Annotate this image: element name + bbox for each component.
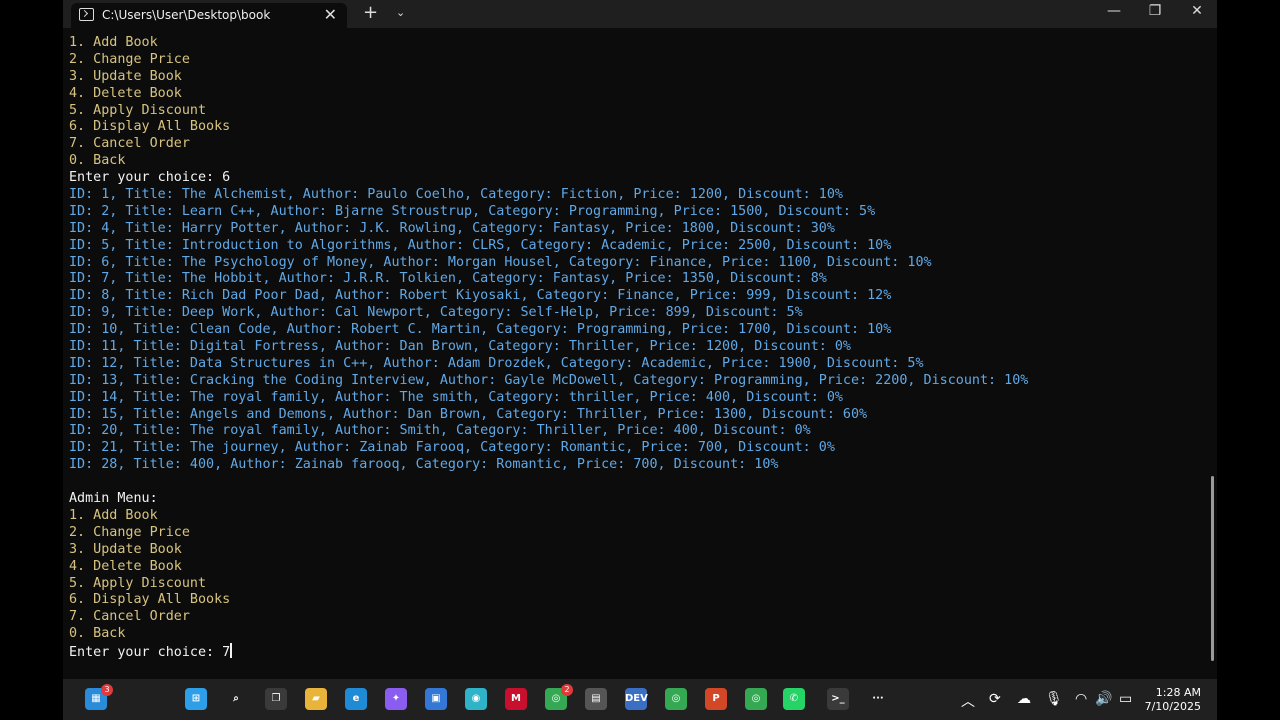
- clock[interactable]: 1:28 AM 7/10/2025: [1145, 686, 1201, 714]
- wifi-icon[interactable]: ◠: [1075, 691, 1087, 707]
- terminal-line: ID: 10, Title: Clean Code, Author: Rober…: [69, 322, 892, 338]
- terminal-line: 1. Add Book: [69, 35, 158, 50]
- devcpp-icon[interactable]: DEV: [625, 688, 648, 710]
- clock-time: 1:28 AM: [1155, 686, 1201, 699]
- terminal-line: ID: 13, Title: Cracking the Coding Inter…: [69, 372, 1029, 388]
- search-icon[interactable]: ⌕: [225, 688, 247, 710]
- app-icon[interactable]: ◉: [465, 688, 487, 710]
- terminal-line: 5. Apply Discount: [69, 102, 207, 118]
- terminal-line: ID: 9, Title: Deep Work, Author: Cal New…: [69, 305, 803, 321]
- terminal-line: ID: 14, Title: The royal family, Author:…: [69, 389, 843, 405]
- title-bar: C:\Users\User\Desktop\book ✕ + ⌄ — ❐ ✕: [63, 0, 1217, 28]
- terminal-line: ID: 4, Title: Harry Potter, Author: J.K.…: [69, 220, 835, 236]
- clock-date: 7/10/2025: [1144, 700, 1201, 713]
- file-explorer-icon[interactable]: ▰: [305, 688, 327, 710]
- terminal-tab-icon: [79, 8, 94, 21]
- terminal-line: ID: 2, Title: Learn C++, Author: Bjarne …: [69, 203, 876, 219]
- taskbar: ▦ 3 ⊞ ⌕ ❐ ▰ e ✦ ▣ ◉ M ◎ 2 ▤ DEV ◎ P ◎ ✆ >_ ··· ︿ ⟳ ☁ 🎙 ◠ 🔊 ▭ 1:28 …: [63, 679, 1217, 720]
- copilot-icon[interactable]: ✦: [385, 688, 407, 710]
- terminal-line: 5. Apply Discount: [69, 575, 207, 591]
- edge-icon[interactable]: e: [345, 688, 367, 710]
- volume-icon[interactable]: 🔊: [1095, 691, 1112, 707]
- cloud-icon[interactable]: ☁: [1017, 691, 1031, 707]
- prompt-text: Enter your choice: 7: [69, 645, 231, 661]
- close-button[interactable]: ✕: [1177, 3, 1217, 19]
- terminal-line: 4. Delete Book: [69, 85, 182, 101]
- terminal-line: 7. Cancel Order: [69, 136, 190, 152]
- mcafee-icon[interactable]: M: [505, 688, 527, 710]
- terminal-line: ID: 11, Title: Digital Fortress, Author:…: [69, 339, 851, 355]
- chevron-up-icon[interactable]: ︿: [961, 691, 975, 711]
- terminal-line: 1. Add Book: [69, 507, 158, 523]
- terminal-line: 3. Update Book: [69, 541, 182, 557]
- sync-icon[interactable]: ⟳: [989, 691, 1001, 707]
- chrome-profile-icon[interactable]: ◎: [665, 688, 687, 710]
- new-tab-button[interactable]: +: [363, 2, 378, 23]
- terminal-line: 3. Update Book: [69, 68, 182, 84]
- terminal-output[interactable]: 1. Add Book 2. Change Price 3. Update Book…: [69, 35, 1028, 660]
- terminal-line: 0. Back: [69, 153, 126, 169]
- notification-badge: 2: [561, 684, 573, 696]
- tab-dropdown-icon[interactable]: ⌄: [396, 6, 405, 19]
- notification-badge: 3: [101, 684, 113, 696]
- terminal-line: ID: 6, Title: The Psychology of Money, A…: [69, 254, 932, 270]
- chrome-profile-icon-2[interactable]: ◎: [745, 688, 767, 710]
- terminal-line: ID: 20, Title: The royal family, Author:…: [69, 423, 811, 439]
- scrollbar[interactable]: [1211, 476, 1214, 661]
- terminal-line: ID: 12, Title: Data Structures in C++, A…: [69, 355, 924, 371]
- terminal-line: Admin Menu:: [69, 491, 158, 507]
- start-icon[interactable]: ⊞: [185, 688, 207, 710]
- terminal-tab[interactable]: C:\Users\User\Desktop\book ✕: [71, 3, 347, 28]
- terminal-line: 6. Display All Books: [69, 592, 231, 608]
- terminal-line: ID: 8, Title: Rich Dad Poor Dad, Author:…: [69, 288, 892, 304]
- terminal-line: ID: 21, Title: The journey, Author: Zain…: [69, 440, 835, 456]
- terminal-line: ID: 28, Title: 400, Author: Zainab faroo…: [69, 457, 779, 473]
- minimize-button[interactable]: —: [1094, 3, 1134, 19]
- terminal-line: 0. Back: [69, 626, 126, 642]
- tab-title: C:\Users\User\Desktop\book: [102, 8, 271, 22]
- terminal-line: 2. Change Price: [69, 51, 190, 67]
- powerpoint-icon[interactable]: P: [705, 688, 727, 710]
- terminal-icon[interactable]: >_: [827, 688, 849, 710]
- prompt-line[interactable]: Enter your choice: 7: [69, 643, 1028, 660]
- microphone-icon[interactable]: 🎙: [1045, 691, 1063, 707]
- terminal-line: 4. Delete Book: [69, 558, 182, 574]
- more-icon[interactable]: ···: [867, 688, 889, 710]
- terminal-line: 7. Cancel Order: [69, 609, 190, 625]
- terminal-line: 6. Display All Books: [69, 119, 231, 135]
- text-cursor: [230, 643, 232, 659]
- battery-icon[interactable]: ▭: [1119, 691, 1132, 707]
- whatsapp-icon[interactable]: ✆: [783, 688, 805, 710]
- restore-button[interactable]: ❐: [1135, 3, 1175, 19]
- terminal-line: Enter your choice: 6: [69, 170, 231, 186]
- terminal-window: C:\Users\User\Desktop\book ✕ + ⌄ — ❐ ✕ 1…: [63, 0, 1217, 679]
- terminal-line: ID: 15, Title: Angels and Demons, Author…: [69, 406, 868, 422]
- tab-close-icon[interactable]: ✕: [324, 5, 337, 24]
- app-icon-2[interactable]: ▤: [585, 688, 607, 710]
- terminal-line: ID: 7, Title: The Hobbit, Author: J.R.R.…: [69, 271, 827, 287]
- task-view-icon[interactable]: ❐: [265, 688, 287, 710]
- terminal-line: ID: 5, Title: Introduction to Algorithms…: [69, 237, 892, 253]
- store-icon[interactable]: ▣: [425, 688, 447, 710]
- terminal-line: ID: 1, Title: The Alchemist, Author: Pau…: [69, 187, 843, 203]
- terminal-line: 2. Change Price: [69, 524, 190, 540]
